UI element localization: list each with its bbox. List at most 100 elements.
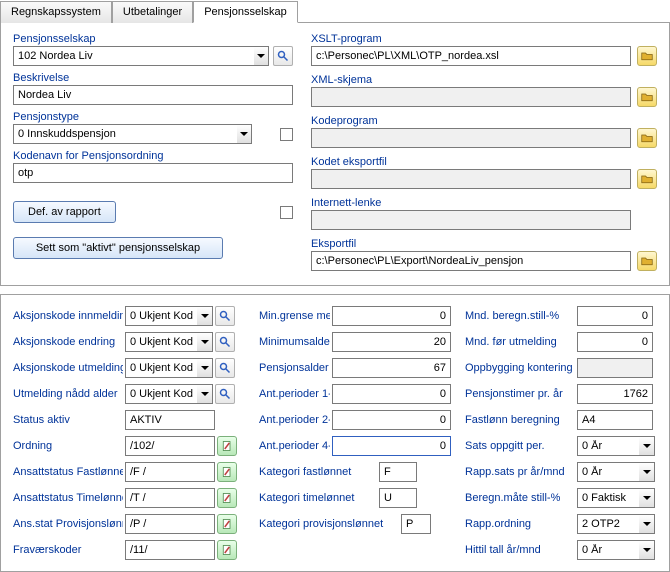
c1-r3-field[interactable] (125, 384, 197, 404)
c2-r0-field[interactable] (332, 306, 451, 326)
label-codename: Kodenavn for Pensjonsordning (13, 150, 293, 162)
c1-r6-edit-icon[interactable] (217, 462, 237, 482)
c3-r9-label: Hittil tall år/mnd (465, 544, 575, 556)
kodeprog-field[interactable] (311, 128, 631, 148)
c2-r6-label: Kategori fastlønnet (259, 466, 377, 478)
c3-r6-field[interactable] (577, 462, 639, 482)
c1-r3-label: Utmelding nådd alder (13, 388, 123, 400)
c2-r2-field[interactable] (332, 358, 451, 378)
c2-r5-field[interactable] (332, 436, 451, 456)
c3-r1-field[interactable] (577, 332, 653, 352)
c1-r5-field[interactable] (125, 436, 215, 456)
xml-folder-icon[interactable] (637, 87, 657, 107)
label-company: Pensjonsselskap (13, 33, 293, 45)
c1-r9-field[interactable] (125, 540, 215, 560)
c2-r5-label: Ant.perioder 4-uker (259, 440, 330, 452)
c2-r1-field[interactable] (332, 332, 451, 352)
c2-r7-label: Kategori timelønnet (259, 492, 377, 504)
c1-r1-field[interactable] (125, 332, 197, 352)
c1-r5-label: Ordning (13, 440, 123, 452)
tab-utbetalinger[interactable]: Utbetalinger (112, 1, 193, 23)
label-type: Pensjonstype (13, 111, 293, 123)
c1-r2-dropdown[interactable] (197, 358, 213, 378)
c2-r2-label: Pensjonsalder (259, 362, 330, 374)
c1-r2-label: Aksjonskode utmelding (13, 362, 123, 374)
tab-regnskapssystem[interactable]: Regnskapssystem (0, 1, 112, 23)
eksportfil-field[interactable] (311, 251, 631, 271)
c2-r7-field[interactable] (379, 488, 417, 508)
label-descr: Beskrivelse (13, 72, 293, 84)
upper-panel: Pensjonsselskap Beskrivelse Pensjonstype (0, 23, 670, 286)
c1-r8-field[interactable] (125, 514, 215, 534)
company-search-icon[interactable] (273, 46, 293, 66)
c3-r5-field[interactable] (577, 436, 639, 456)
c1-r1-label: Aksjonskode endring (13, 336, 123, 348)
c1-r0-field[interactable] (125, 306, 197, 326)
kodeprog-folder-icon[interactable] (637, 128, 657, 148)
type-checkbox[interactable] (280, 128, 293, 141)
c3-r9-field[interactable] (577, 540, 639, 560)
c3-r5-label: Sats oppgitt per. (465, 440, 575, 452)
xml-field[interactable] (311, 87, 631, 107)
type-dropdown[interactable] (237, 124, 252, 144)
c1-r3-search-icon[interactable] (215, 384, 235, 404)
report-checkbox[interactable] (280, 206, 293, 219)
c3-r4-field[interactable] (577, 410, 653, 430)
c1-r8-edit-icon[interactable] (217, 514, 237, 534)
c3-r3-label: Pensjonstimer pr. år (465, 388, 575, 400)
kodetfil-field[interactable] (311, 169, 631, 189)
codename-field[interactable] (13, 163, 293, 183)
c2-r6-field[interactable] (379, 462, 417, 482)
c3-r8-dropdown[interactable] (639, 514, 655, 534)
c2-r3-label: Ant.perioder 1-uker (259, 388, 330, 400)
c1-r1-search-icon[interactable] (215, 332, 235, 352)
c1-r4-field[interactable] (125, 410, 215, 430)
c3-r0-field[interactable] (577, 306, 653, 326)
c2-r4-label: Ant.perioder 2-uker (259, 414, 330, 426)
company-field[interactable] (13, 46, 254, 66)
company-dropdown[interactable] (254, 46, 269, 66)
c2-r1-label: Minimumsalder (259, 336, 330, 348)
lower-panel: Aksjonskode innmelding Aksjonskode endri… (0, 294, 670, 572)
c1-r1-dropdown[interactable] (197, 332, 213, 352)
c1-r3-dropdown[interactable] (197, 384, 213, 404)
internet-field[interactable] (311, 210, 631, 230)
c1-r7-edit-icon[interactable] (217, 488, 237, 508)
c3-r2-field[interactable] (577, 358, 653, 378)
c3-r7-dropdown[interactable] (639, 488, 655, 508)
c3-r7-field[interactable] (577, 488, 639, 508)
c3-r0-label: Mnd. beregn.still-% (465, 310, 575, 322)
c3-r9-dropdown[interactable] (639, 540, 655, 560)
c3-r8-field[interactable] (577, 514, 639, 534)
c2-r8-field[interactable] (401, 514, 431, 534)
c1-r2-search-icon[interactable] (215, 358, 235, 378)
c1-r7-label: Ansattstatus Timelønnet (13, 492, 123, 504)
c3-r6-label: Rapp.sats pr år/mnd (465, 466, 575, 478)
kodetfil-folder-icon[interactable] (637, 169, 657, 189)
c3-r3-field[interactable] (577, 384, 653, 404)
c2-r3-field[interactable] (332, 384, 451, 404)
c2-r0-label: Min.grense medl-% (259, 310, 330, 322)
tab-bar: Regnskapssystem Utbetalinger Pensjonssel… (0, 0, 670, 23)
eksportfil-folder-icon[interactable] (637, 251, 657, 271)
c1-r8-label: Ans.stat Provisjonslønnet (13, 518, 123, 530)
c1-r0-search-icon[interactable] (215, 306, 235, 326)
set-active-button[interactable]: Sett som "aktivt" pensjonsselskap (13, 237, 223, 259)
c3-r7-label: Beregn.måte still-% (465, 492, 575, 504)
c2-r4-field[interactable] (332, 410, 451, 430)
c1-r9-edit-icon[interactable] (217, 540, 237, 560)
c3-r2-label: Oppbygging kontering (465, 362, 575, 374)
c1-r6-field[interactable] (125, 462, 215, 482)
c3-r5-dropdown[interactable] (639, 436, 655, 456)
c1-r0-dropdown[interactable] (197, 306, 213, 326)
type-field[interactable] (13, 124, 237, 144)
xslt-folder-icon[interactable] (637, 46, 657, 66)
c1-r7-field[interactable] (125, 488, 215, 508)
c1-r5-edit-icon[interactable] (217, 436, 237, 456)
c1-r2-field[interactable] (125, 358, 197, 378)
descr-field[interactable] (13, 85, 293, 105)
xslt-field[interactable] (311, 46, 631, 66)
def-report-button[interactable]: Def. av rapport (13, 201, 116, 223)
c3-r6-dropdown[interactable] (639, 462, 655, 482)
tab-pensjonsselskap[interactable]: Pensjonsselskap (193, 1, 298, 23)
